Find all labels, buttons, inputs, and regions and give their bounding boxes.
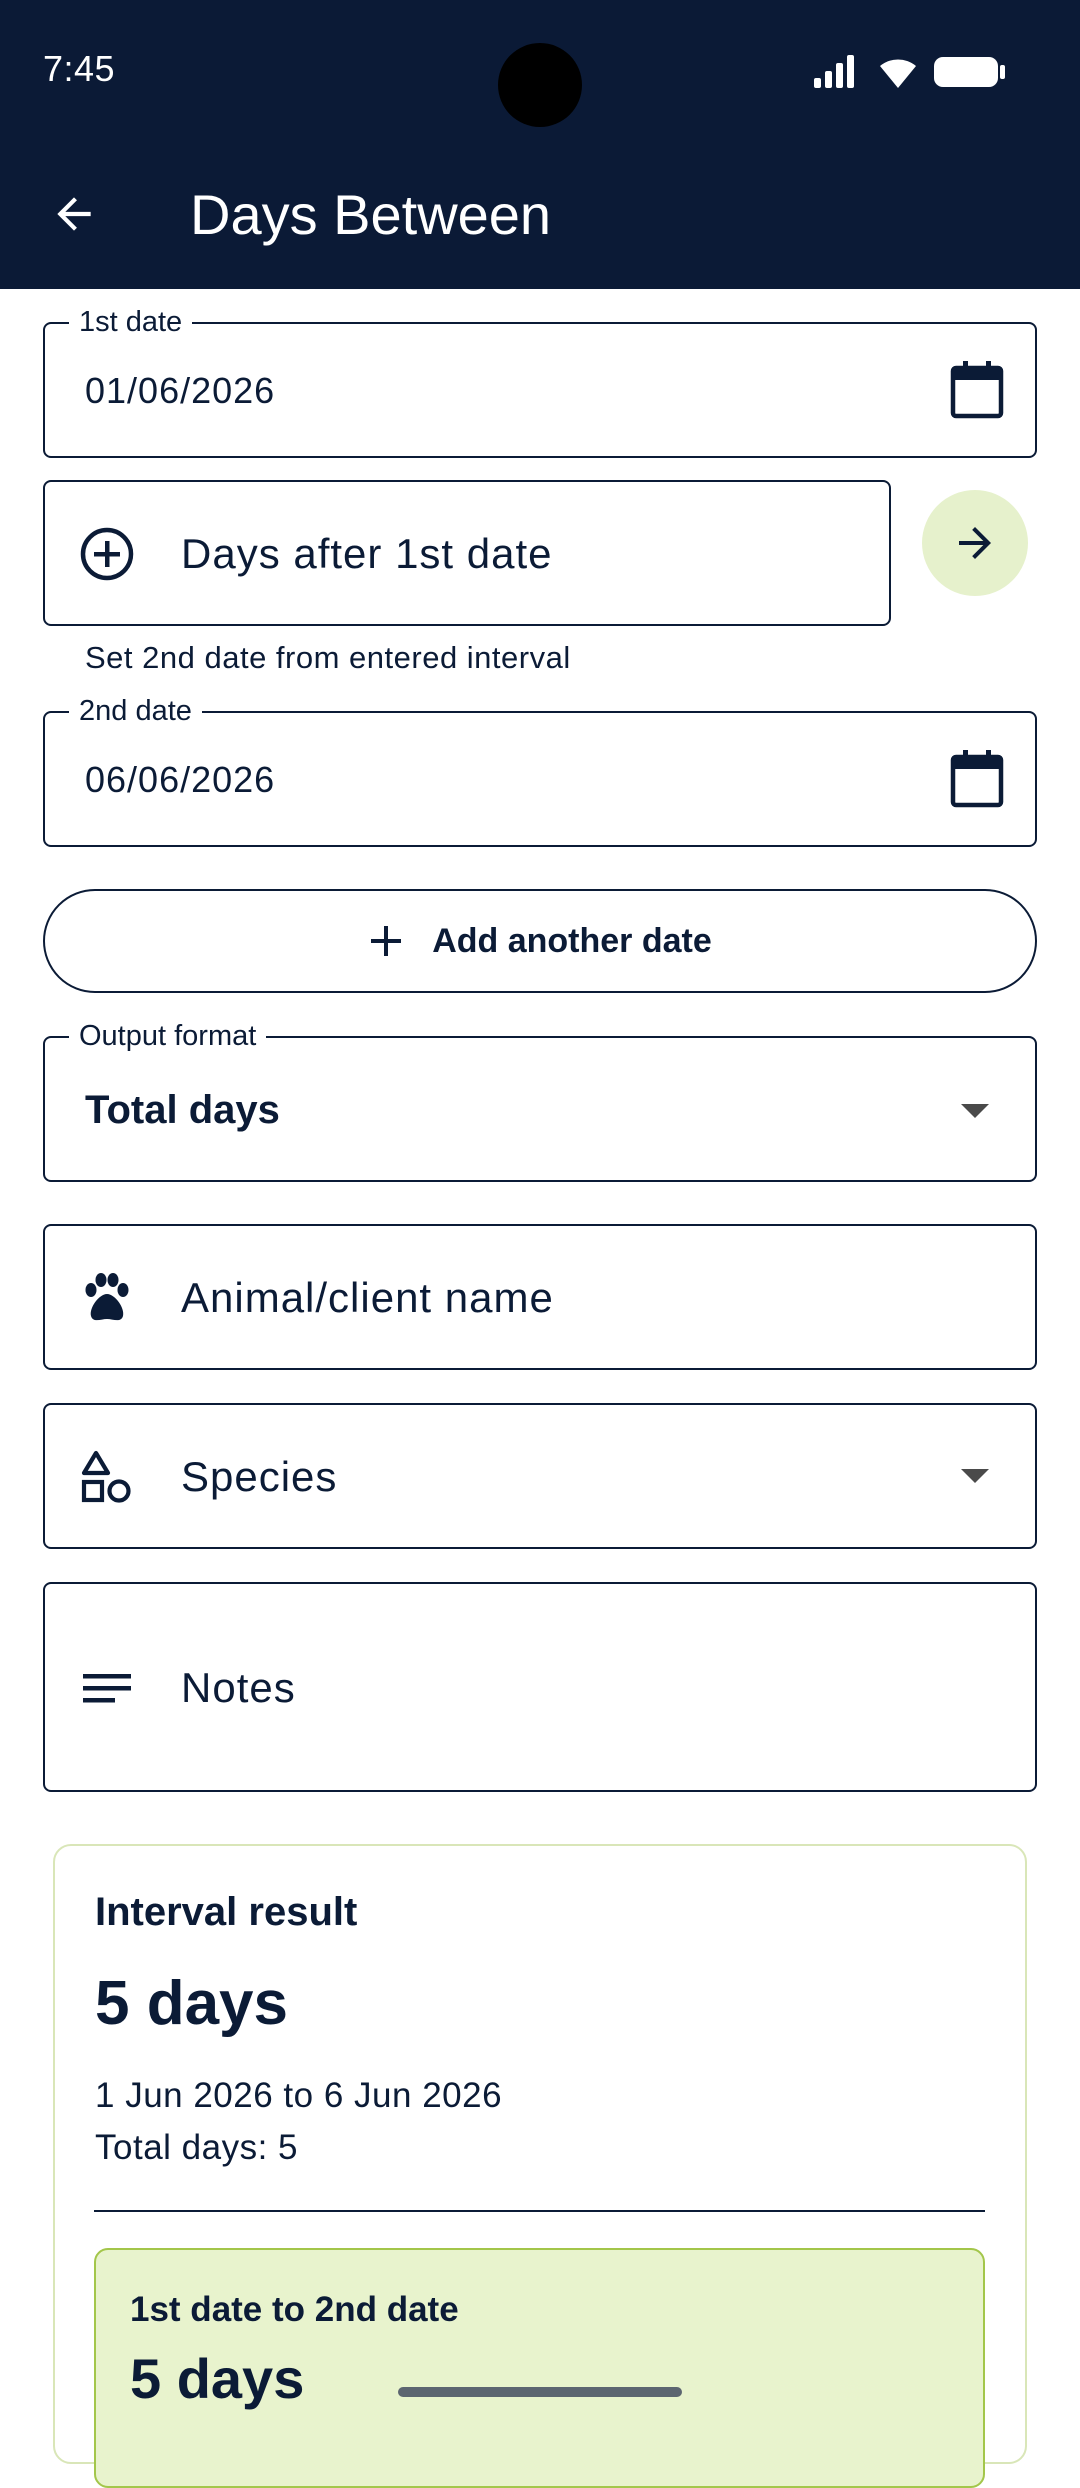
species-select[interactable]: Species — [43, 1403, 1037, 1549]
status-time: 7:45 — [43, 48, 116, 89]
battery-icon — [934, 57, 1005, 87]
calendar-icon[interactable] — [949, 360, 1005, 420]
result-date-range: 1 Jun 2026 to 6 Jun 2026 — [95, 2076, 503, 2115]
dropdown-arrow-icon — [961, 1469, 989, 1483]
camera-cutout — [498, 43, 582, 127]
result-divider — [94, 2210, 985, 2212]
first-date-field[interactable]: 1st date 01/06/2026 — [43, 304, 1037, 458]
first-date-value: 01/06/2026 — [85, 370, 276, 411]
status-icons — [814, 55, 1005, 88]
output-format-label: Output format — [69, 1018, 267, 1054]
notes-icon — [83, 1674, 131, 1703]
add-another-date-button[interactable]: Add another date — [43, 889, 1037, 993]
paw-icon — [85, 1273, 129, 1321]
arrow-back-icon — [57, 197, 91, 231]
second-date-label: 2nd date — [69, 693, 202, 729]
back-button[interactable] — [36, 176, 112, 252]
notes-placeholder: Notes — [181, 1664, 296, 1711]
notes-input[interactable]: Notes — [43, 1582, 1037, 1792]
animal-name-input[interactable]: Animal/client name — [43, 1224, 1037, 1370]
home-indicator[interactable] — [398, 2387, 682, 2397]
add-another-date-label: Add another date — [432, 921, 712, 960]
result-title: Interval result — [95, 1890, 358, 1934]
apply-interval-button[interactable] — [922, 490, 1028, 596]
segment-days: 5 days — [130, 2347, 305, 2410]
wifi-icon — [880, 59, 916, 88]
output-format-value: Total days — [85, 1088, 280, 1132]
dropdown-arrow-icon — [961, 1104, 989, 1118]
segment-title: 1st date to 2nd date — [130, 2290, 459, 2329]
add-circle-icon — [80, 527, 134, 581]
interval-helper-text: Set 2nd date from entered interval — [85, 640, 571, 675]
plus-icon — [371, 926, 402, 956]
result-total-days: 5 days — [95, 1969, 289, 2038]
shapes-icon — [81, 1450, 131, 1503]
output-format-select[interactable]: Output format Total days — [43, 1018, 1037, 1182]
first-date-label: 1st date — [69, 304, 193, 340]
animal-name-placeholder: Animal/client name — [181, 1274, 554, 1321]
result-total-line: Total days: 5 — [95, 2128, 298, 2167]
second-date-field[interactable]: 2nd date 06/06/2026 — [43, 693, 1037, 847]
interval-input[interactable]: Days after 1st date — [43, 480, 891, 626]
species-placeholder: Species — [181, 1453, 338, 1500]
arrow-forward-icon — [959, 527, 991, 559]
calendar-icon[interactable] — [949, 749, 1005, 809]
interval-placeholder: Days after 1st date — [181, 530, 553, 577]
page-title: Days Between — [190, 183, 552, 246]
signal-icon — [814, 55, 854, 88]
second-date-value: 06/06/2026 — [85, 759, 276, 800]
